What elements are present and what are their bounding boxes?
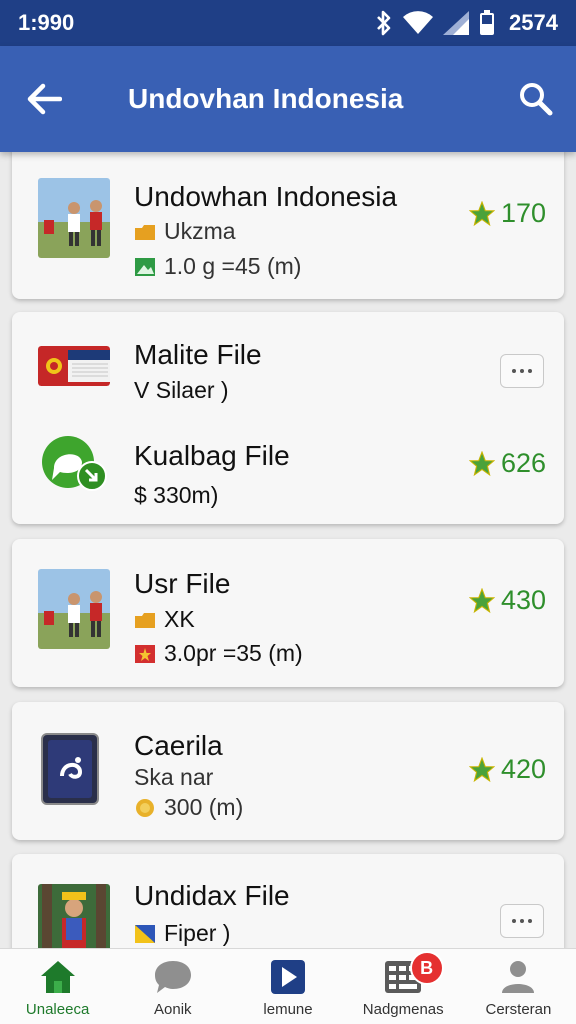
- file-rating: 170: [468, 198, 546, 229]
- nav-item-chat[interactable]: Aonik: [115, 949, 230, 1024]
- bluetooth-icon: [377, 10, 391, 36]
- file-size: 300 (m): [134, 794, 243, 821]
- document-icon: [135, 924, 155, 943]
- dot: [520, 369, 524, 373]
- wifi-icon: [403, 11, 434, 34]
- file-size-text: 300 (m): [164, 794, 244, 820]
- nav-label: Unaleeca: [25, 1001, 90, 1018]
- file-list: Undowhan Indonesia Ukzma 1.0 g =45 (m) 1…: [0, 152, 576, 948]
- file-owner-text: XK: [164, 606, 195, 632]
- dot: [520, 919, 524, 923]
- file-thumbnail: [38, 884, 110, 948]
- file-thumbnail: [38, 569, 110, 649]
- chat-icon: [154, 961, 191, 993]
- star-icon: [468, 587, 495, 613]
- file-owner: Fiper ): [134, 920, 230, 947]
- file-title: Undowhan Indonesia: [134, 181, 398, 212]
- folder-icon: [135, 224, 155, 240]
- file-row[interactable]: Kualbag File $ 330m) 626: [12, 418, 564, 524]
- nav-item-home[interactable]: Unaleeca: [0, 949, 115, 1024]
- nav-label: Aonik: [154, 1001, 192, 1018]
- nav-item-grid[interactable]: B Nadgmenas: [346, 949, 461, 1024]
- file-card[interactable]: Undowhan Indonesia Ukzma 1.0 g =45 (m) 1…: [12, 152, 564, 299]
- image-file-icon: [135, 257, 155, 276]
- file-thumbnail: [36, 428, 112, 498]
- file-rating: 430: [468, 585, 546, 616]
- file-owner-text: Ukzma: [164, 218, 236, 244]
- bottom-navigation: Unaleeca Aonik lemune B Nadgmenas Cerste…: [0, 948, 576, 1024]
- home-icon: [40, 961, 75, 993]
- search-button[interactable]: [496, 46, 576, 152]
- rating-value: 420: [500, 754, 546, 784]
- status-bar: 1:990 2574: [0, 0, 576, 46]
- file-thumbnail: [40, 732, 100, 806]
- dot: [528, 919, 532, 923]
- status-icons: 2574: [375, 10, 558, 36]
- file-owner: Ukzma: [134, 218, 236, 245]
- file-rating: 420: [468, 754, 546, 785]
- file-size-text: 1.0 g =45 (m): [164, 253, 302, 279]
- file-subtitle: V Silaer ): [134, 377, 229, 403]
- nav-label: Nadgmenas: [362, 1001, 444, 1018]
- star-icon: [468, 200, 495, 226]
- file-card[interactable]: Undidax File Fiper ): [12, 854, 564, 948]
- more-options-button[interactable]: [500, 904, 544, 938]
- file-rating: 626: [468, 448, 546, 479]
- star-icon: [468, 450, 495, 476]
- rating-value: 430: [500, 585, 546, 615]
- file-size: 1.0 g =45 (m): [134, 253, 301, 280]
- file-card[interactable]: Usr File XK 3.0pr =35 (m) 430: [12, 539, 564, 687]
- signal-icon: [443, 11, 470, 35]
- status-time: 1:990: [18, 10, 75, 35]
- file-owner: XK: [134, 606, 195, 633]
- file-size-text: 3.0pr =35 (m): [164, 640, 303, 666]
- star-icon: [468, 756, 495, 782]
- nav-item-play[interactable]: lemune: [230, 949, 345, 1024]
- file-subtitle: Ska nar: [134, 764, 214, 790]
- file-row[interactable]: Malite File V Silaer ): [12, 312, 564, 418]
- file-title: Malite File: [134, 339, 262, 370]
- rating-value: 626: [500, 448, 546, 478]
- play-icon: [271, 960, 305, 994]
- dot: [528, 369, 532, 373]
- file-subtitle: $ 330m): [134, 482, 219, 508]
- file-card: Malite File V Silaer ) Kualbag File $ 33…: [12, 312, 564, 524]
- nav-item-profile[interactable]: Cersteran: [461, 949, 576, 1024]
- file-title: Kualbag File: [134, 440, 290, 471]
- notification-badge: B: [409, 951, 444, 985]
- more-options-button[interactable]: [500, 354, 544, 388]
- file-title: Usr File: [134, 568, 231, 599]
- page-title: Undovhan Indonesia: [128, 83, 404, 114]
- file-thumbnail: [38, 346, 110, 386]
- battery-percentage: 2574: [509, 10, 558, 35]
- app-icon: [41, 733, 99, 805]
- folder-icon: [135, 612, 155, 628]
- nav-label: lemune: [263, 1001, 313, 1018]
- back-button[interactable]: [0, 46, 88, 152]
- search-icon: [520, 83, 553, 116]
- message-app-icon: [42, 436, 107, 491]
- rating-value: 170: [500, 198, 546, 228]
- nav-label: Cersteran: [485, 1001, 552, 1018]
- flag-icon: [135, 644, 155, 663]
- file-owner-text: Fiper ): [164, 920, 231, 946]
- file-size: 3.0pr =35 (m): [134, 640, 303, 667]
- battery-icon: [480, 10, 495, 35]
- app-bar: Undovhan Indonesia: [0, 46, 576, 152]
- arrow-left-icon: [27, 83, 62, 115]
- file-thumbnail: [38, 178, 110, 258]
- person-icon: [502, 961, 535, 993]
- file-title: Undidax File: [134, 880, 290, 911]
- dot: [512, 369, 516, 373]
- file-title: Caerila: [134, 730, 223, 761]
- coin-icon: [136, 798, 154, 817]
- file-card[interactable]: Caerila Ska nar 300 (m) 420: [12, 702, 564, 840]
- dot: [512, 919, 516, 923]
